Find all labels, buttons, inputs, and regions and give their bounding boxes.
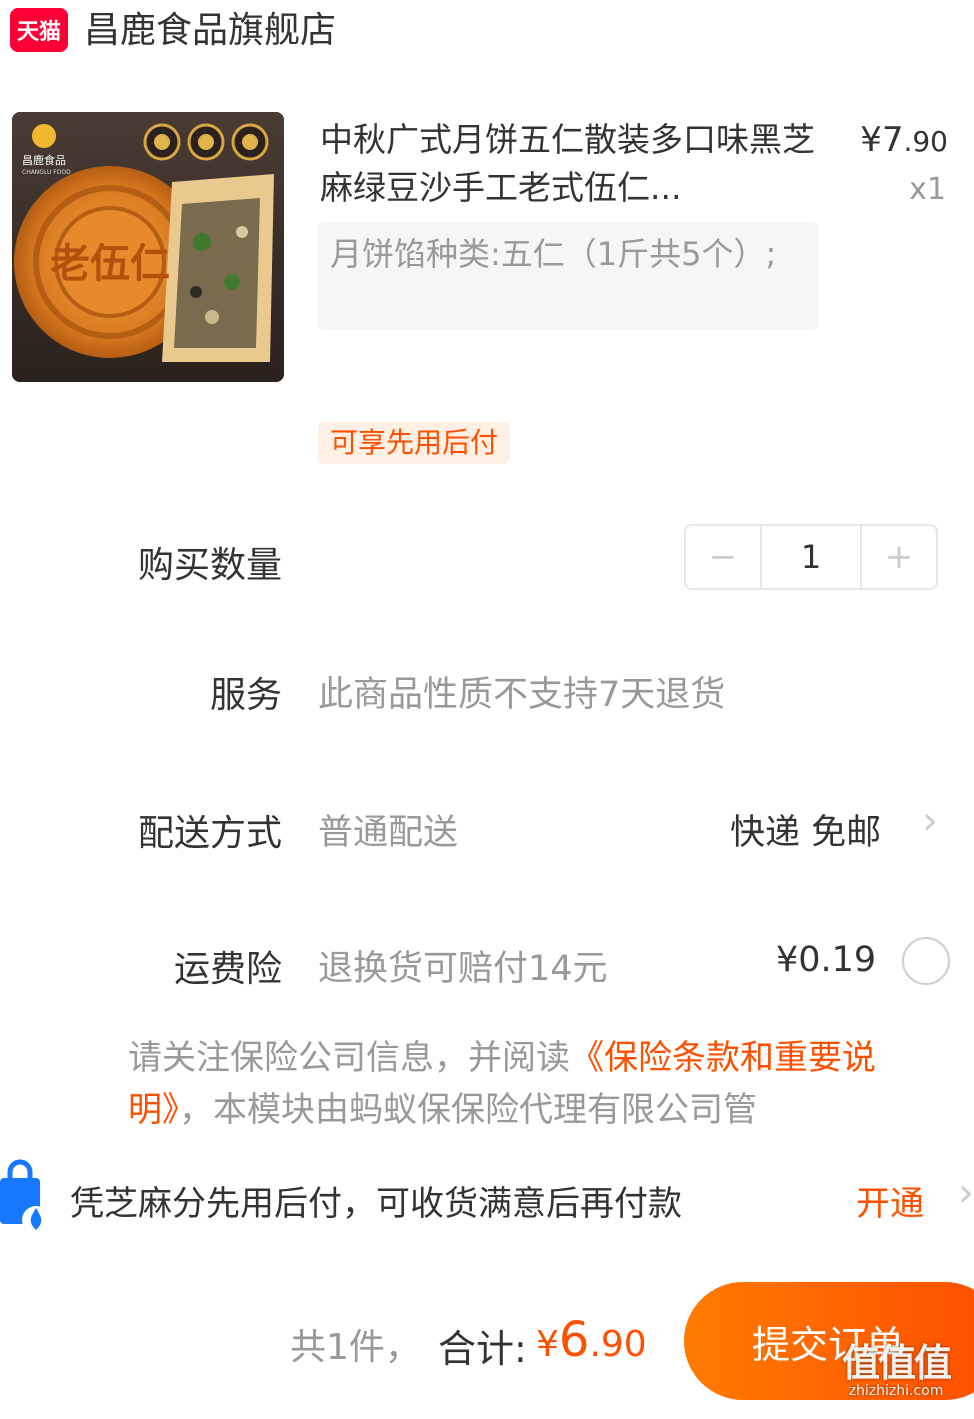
service-value: 此商品性质不支持7天退货 [318, 675, 726, 715]
zhima-open-link[interactable]: 开通 [856, 1176, 924, 1225]
chevron-right-icon[interactable]: › [922, 798, 938, 844]
notice-suffix: ，本模块由蚂蚁保保险代理有限公司管 [179, 1090, 757, 1130]
delivery-option[interactable]: 快递 免邮 [730, 804, 881, 855]
store-name[interactable]: 昌鹿食品旗舰店 [84, 6, 336, 56]
service-label: 服务 [209, 675, 282, 716]
minus-button[interactable]: − [686, 526, 760, 588]
product-title[interactable]: 中秋广式月饼五仁散装多口味黑芝麻绿豆沙手工老式伍仁... [320, 116, 820, 212]
total-dec: .90 [589, 1324, 647, 1365]
watermark-logo: 值值值 [841, 1341, 952, 1385]
pay-later-tag: 可享先用后付 [318, 422, 511, 464]
thumb-brand-en: CHANGLU FOOD [22, 169, 71, 176]
mooncake-illustration: 昌鹿食品 CHANGLU FOOD 老伍仁 [12, 112, 284, 382]
insurance-price: ¥0.19 [776, 940, 877, 980]
shopping-bag-icon [0, 1158, 52, 1238]
insurance-value: 退换货可赔付14元 [318, 949, 608, 989]
mooncake-stamp: 老伍仁 [50, 241, 170, 287]
total-int: 6 [558, 1312, 590, 1368]
price-symbol: ¥ [860, 120, 882, 160]
total-amount: ¥6.90 [536, 1312, 647, 1368]
delivery-label: 配送方式 [137, 813, 282, 854]
product-quantity: x1 [909, 172, 946, 207]
sku-selector[interactable]: 月饼馅种类:五仁（1斤共5个）; [318, 222, 818, 330]
insurance-radio[interactable] [902, 937, 950, 985]
product-image[interactable]: 昌鹿食品 CHANGLU FOOD 老伍仁 [12, 112, 284, 382]
total-label: 合计: [438, 1327, 527, 1371]
chevron-right-icon[interactable]: › [958, 1170, 974, 1216]
price-int: 7 [881, 120, 904, 160]
quantity-label: 购买数量 [137, 545, 282, 586]
total-symbol: ¥ [536, 1324, 559, 1365]
quantity-stepper[interactable]: − 1 + [684, 524, 938, 590]
notice-prefix: 请关注保险公司信息，并阅读 [128, 1038, 570, 1078]
zhima-pay-later-text: 凭芝麻分先用后付，可收货满意后再付款 [70, 1184, 682, 1224]
tmall-logo: 天猫 [10, 8, 68, 52]
quantity-value[interactable]: 1 [760, 526, 862, 588]
item-count: 共1件， [290, 1327, 421, 1368]
site-watermark: 值值值 zhizhizhi.com [826, 1332, 966, 1399]
thumb-brand: 昌鹿食品 [22, 153, 66, 167]
price-dec: .90 [903, 125, 948, 158]
insurance-label: 运费险 [173, 949, 282, 990]
product-price: ¥7.90 [860, 120, 948, 160]
delivery-value: 普通配送 [318, 813, 459, 853]
insurance-notice: 请关注保险公司信息，并阅读《保险条款和重要说明》，本模块由蚂蚁保保险代理有限公司… [128, 1032, 958, 1136]
plus-button[interactable]: + [862, 526, 936, 588]
